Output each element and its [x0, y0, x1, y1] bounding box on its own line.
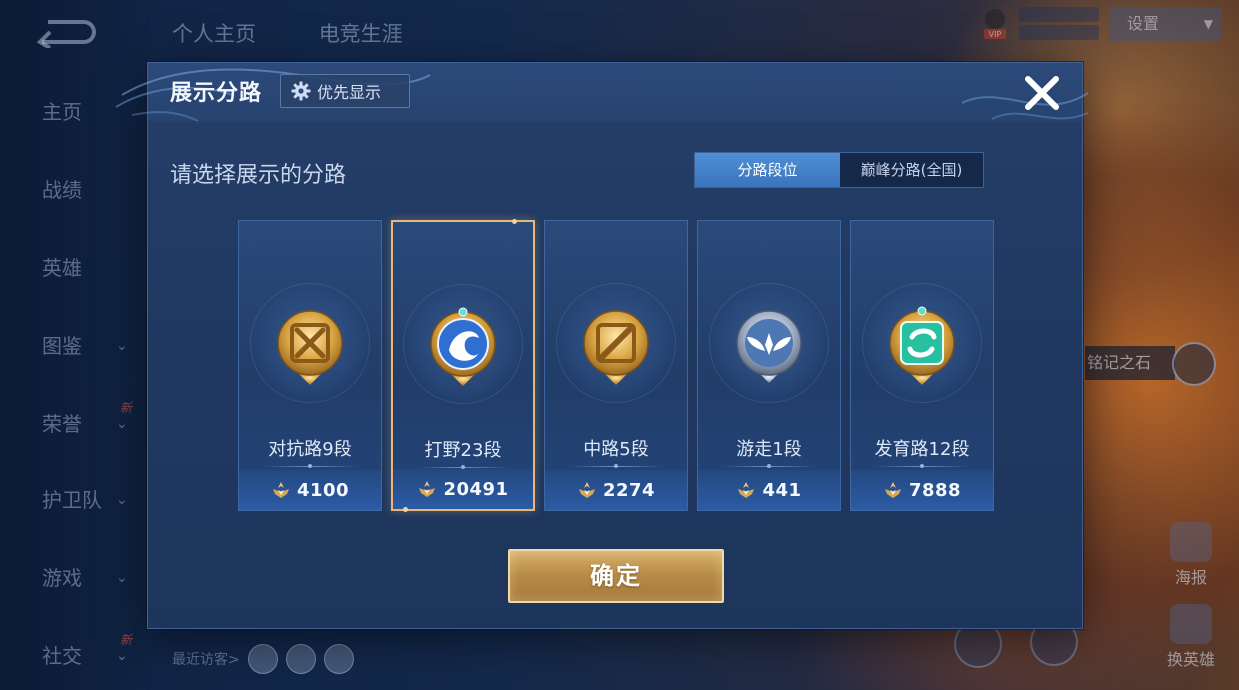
lane-score: 441 [762, 479, 802, 501]
sidebar-item[interactable]: 战绩 [0, 170, 150, 210]
sidebar-item-label: 战绩 [42, 178, 82, 202]
chevron-down-icon: ⌄ [116, 492, 128, 508]
tab-peak-lane-national[interactable]: 巅峰分路(全国) [840, 153, 983, 187]
lane-rank-label: 游走1段 [736, 439, 802, 460]
mid-lane-emblem-icon [576, 303, 656, 387]
priority-display-label: 优先显示 [317, 83, 382, 102]
top-right-bar: VIP 设置 ▼ [981, 6, 1221, 42]
gear-icon [291, 81, 311, 101]
card-divider [875, 464, 969, 468]
score-row: 4100 [239, 470, 381, 510]
visitor-avatar[interactable] [323, 644, 354, 674]
score-row: 7888 [851, 470, 993, 510]
sidebar-item[interactable]: 图鉴 ⌄ [0, 326, 150, 366]
lane-rank-label: 发育路12段 [874, 439, 970, 460]
sidebar-item-label: 护卫队 [42, 488, 102, 512]
rank-points-icon [884, 482, 901, 498]
recent-visitors: 最近访客> [172, 644, 354, 674]
visitor-avatar[interactable] [247, 644, 278, 674]
ranking-toggle: 分路段位 巅峰分路(全国) [694, 152, 984, 188]
rank-points-icon [419, 481, 436, 497]
poster-button[interactable]: 海报 [1156, 522, 1226, 588]
recent-visitors-label[interactable]: 最近访客> [172, 649, 240, 669]
lane-card[interactable]: 打野23段 20491 [391, 219, 535, 512]
swap-hero-icon [1170, 604, 1212, 644]
chevron-down-icon: ⌄ [116, 338, 128, 354]
priority-display-button[interactable]: 优先显示 [280, 74, 410, 108]
close-icon[interactable] [1020, 71, 1064, 115]
confirm-button[interactable]: 确定 [508, 549, 724, 603]
sidebar-item[interactable]: 游戏 ⌄ [0, 558, 150, 598]
dialog-subtitle: 请选择展示的分路 [170, 163, 347, 188]
card-divider [569, 464, 663, 468]
memorial-stone-button[interactable] [1172, 342, 1216, 386]
jungle-emblem-icon [423, 304, 503, 388]
new-badge: 新 [120, 633, 133, 647]
sidebar-item-label: 主页 [42, 100, 82, 124]
sidebar-item-label: 图鉴 [42, 334, 82, 358]
sidebar-item-label: 英雄 [42, 256, 82, 280]
sidebar-item-label: 社交 [42, 644, 82, 668]
lane-display-dialog: 展示分路 优先显示 请选择展示的分路 分路段位 巅峰分路(全国) 对抗路9段 4… [115, 62, 1089, 629]
lane-card[interactable]: 对抗路9段 4100 [238, 220, 382, 511]
lane-rank-label: 对抗路9段 [268, 439, 352, 460]
sidebar-item[interactable]: 社交 ⌄ 新 [0, 633, 150, 676]
lane-rank-label: 中路5段 [583, 439, 649, 460]
clash-lane-emblem-icon [270, 303, 350, 387]
selected-corner-dot [512, 219, 517, 224]
roam-emblem-icon [729, 303, 809, 387]
vip-label: VIP [989, 30, 1002, 39]
visitor-avatar[interactable] [285, 644, 316, 674]
poster-label: 海报 [1174, 568, 1207, 587]
card-divider [417, 465, 509, 469]
score-row: 441 [698, 470, 840, 510]
tab-profile-home[interactable]: 个人主页 [172, 22, 256, 46]
rank-points-icon [272, 482, 289, 498]
chevron-down-icon: ▼ [1203, 17, 1213, 31]
lane-card[interactable]: 发育路12段 7888 [850, 220, 994, 511]
sidebar-item-label: 游戏 [42, 566, 82, 590]
lane-card[interactable]: 游走1段 441 [697, 220, 841, 511]
vip-icon[interactable]: VIP [981, 7, 1009, 41]
card-divider [722, 464, 816, 468]
swap-hero-label: 换英雄 [1166, 650, 1215, 669]
lane-score: 20491 [443, 478, 509, 500]
farm-lane-emblem-icon [882, 303, 962, 387]
tab-esports-career[interactable]: 电竞生涯 [319, 22, 403, 46]
sidebar-item[interactable]: 荣誉 ⌄ 新 [0, 401, 150, 444]
top-status-boxes[interactable] [1019, 7, 1099, 41]
settings-label: 设置 [1127, 14, 1160, 33]
lane-card[interactable]: 中路5段 2274 [544, 220, 688, 511]
lane-score: 2274 [602, 479, 656, 501]
swap-hero-button[interactable]: 换英雄 [1156, 604, 1226, 670]
sidebar-item[interactable]: 英雄 [0, 248, 150, 288]
settings-button[interactable]: 设置 ▼ [1109, 7, 1221, 41]
rank-points-icon [578, 482, 595, 498]
score-row: 20491 [393, 469, 533, 509]
back-arrow-icon[interactable] [34, 16, 96, 48]
new-badge: 新 [120, 401, 133, 415]
dialog-title: 展示分路 [170, 81, 263, 106]
sidebar-item-label: 荣誉 [42, 412, 82, 436]
selected-corner-dot [403, 507, 408, 512]
score-row: 2274 [545, 470, 687, 510]
rank-points-icon [738, 482, 755, 498]
lane-rank-label: 打野23段 [424, 440, 502, 461]
poster-icon [1170, 522, 1212, 562]
tab-lane-rank[interactable]: 分路段位 [695, 153, 840, 187]
memorial-stone-label: 铭记之石 [1085, 346, 1175, 380]
dialog-header: 展示分路 优先显示 [115, 63, 1089, 122]
top-tabs: 个人主页 电竞生涯 [172, 18, 459, 48]
chevron-down-icon: ⌄ [116, 570, 128, 586]
lane-score: 4100 [296, 479, 350, 501]
lane-score: 7888 [908, 479, 962, 501]
sidebar-item[interactable]: 护卫队 ⌄ [0, 480, 150, 520]
card-divider [263, 464, 357, 468]
